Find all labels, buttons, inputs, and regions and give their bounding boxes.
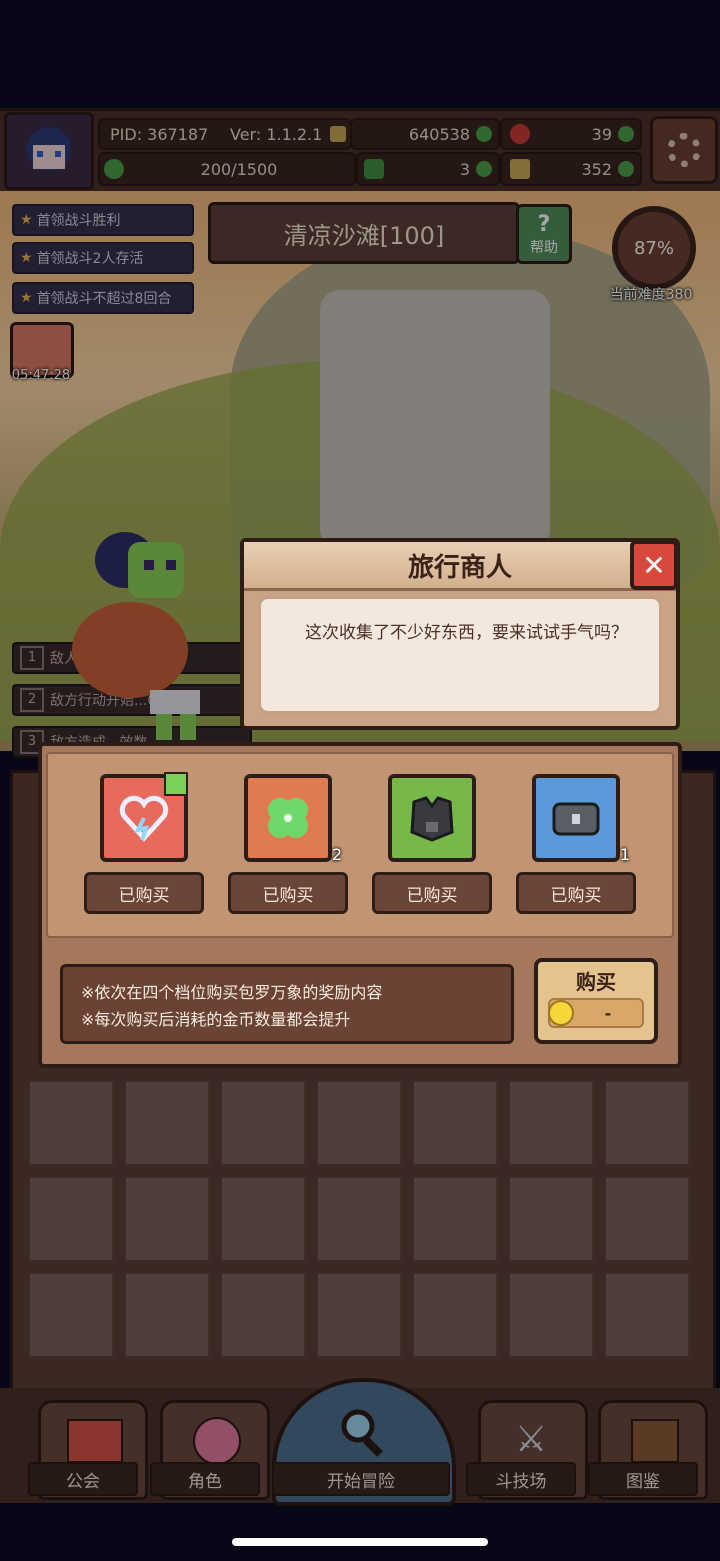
note-line: ※依次在四个档位购买包罗万象的奖励内容 — [81, 983, 383, 1002]
shop-item[interactable]: 2 — [244, 774, 342, 864]
shop-notes: ※依次在四个档位购买包罗万象的奖励内容 ※每次购买后消耗的金币数量都会提升 — [60, 964, 514, 1044]
purchased-label: 已购买 — [372, 872, 492, 914]
buy-label[interactable]: 购买 — [534, 966, 658, 995]
iron-chest-icon — [552, 802, 600, 836]
close-icon: ✕ — [642, 548, 666, 582]
dialog-title: 旅行商人 — [407, 552, 512, 583]
armor-vest-icon — [410, 796, 454, 842]
heart-necklace-icon — [119, 795, 169, 842]
shop-item[interactable] — [388, 774, 476, 862]
purchased-label: 已购买 — [228, 872, 348, 914]
shop-item[interactable] — [100, 772, 188, 862]
thumbs-up-icon — [164, 772, 188, 796]
close-button[interactable]: ✕ — [630, 540, 678, 590]
gold-coin-icon — [548, 1000, 574, 1026]
item-quantity: 1 — [619, 845, 630, 864]
dialog-title-bar: 旅行商人 — [244, 542, 676, 591]
purchased-label: 已购买 — [84, 872, 204, 914]
item-quantity: 2 — [331, 845, 342, 864]
note-line: ※每次购买后消耗的金币数量都会提升 — [81, 1010, 351, 1029]
purchased-label: 已购买 — [516, 872, 636, 914]
four-leaf-clover-icon — [268, 798, 308, 838]
home-indicator[interactable] — [232, 1538, 488, 1546]
dialog-message: 这次收集了不少好东西，要来试试手气吗？ — [258, 596, 662, 714]
price-value: - — [604, 1003, 612, 1023]
buy-price[interactable]: - — [548, 998, 644, 1028]
shop-item[interactable]: 1 — [532, 774, 630, 864]
